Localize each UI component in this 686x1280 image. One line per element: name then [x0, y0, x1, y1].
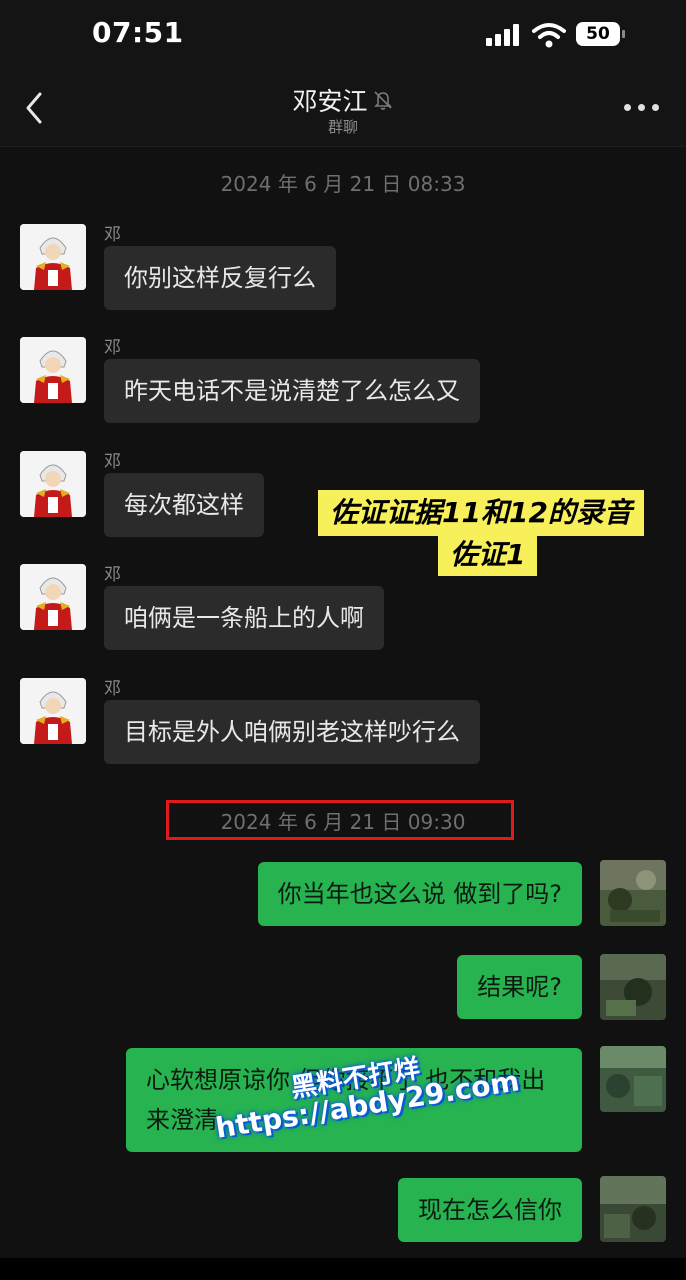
status-time: 07:51 [92, 16, 184, 49]
muted-bell-icon [373, 91, 392, 110]
evidence-caption: 佐证证据11和12的录音 [318, 490, 644, 536]
self-avatar[interactable] [600, 860, 666, 926]
chat-title-row: 邓安江 [0, 82, 686, 118]
battery-tip [622, 30, 625, 38]
more-options-icon[interactable] [624, 104, 660, 114]
message-bubble[interactable]: 每次都这样 [104, 473, 264, 537]
chat-title: 邓安江 [292, 87, 368, 116]
avatar[interactable] [20, 224, 86, 290]
bottom-edge [0, 1258, 686, 1280]
chat-header: 邓安江 群聊 [0, 70, 686, 147]
self-avatar[interactable] [600, 1046, 666, 1112]
chat-subtitle: 群聊 [327, 118, 358, 136]
message-bubble-outgoing[interactable]: 你当年也这么说 做到了吗? [257, 862, 582, 926]
evidence-caption-secondary: 佐证1 [438, 534, 538, 576]
wifi-icon [532, 23, 566, 48]
message-bubble[interactable]: 昨天电话不是说清楚了么怎么又 [104, 359, 480, 423]
message-bubble[interactable]: 目标是外人咱俩别老这样吵行么 [104, 700, 480, 764]
avatar[interactable] [20, 337, 86, 403]
cellular-signal-icon [486, 24, 520, 46]
message-timestamp: 2024 年 6 月 21 日 08:33 [220, 172, 466, 196]
message-bubble-outgoing[interactable]: 结果呢? [457, 955, 582, 1019]
avatar[interactable] [20, 564, 86, 630]
self-avatar[interactable] [600, 1176, 666, 1242]
self-avatar[interactable] [600, 954, 666, 1020]
message-bubble-outgoing[interactable]: 现在怎么信你 [398, 1178, 582, 1242]
highlight-box [166, 800, 514, 840]
message-bubble[interactable]: 咱俩是一条船上的人啊 [104, 586, 384, 650]
battery-indicator: 50 [576, 22, 620, 46]
avatar[interactable] [20, 678, 86, 744]
avatar[interactable] [20, 451, 86, 517]
message-bubble[interactable]: 你别这样反复行么 [104, 246, 336, 310]
status-bar: 07:51 50 [0, 0, 686, 70]
